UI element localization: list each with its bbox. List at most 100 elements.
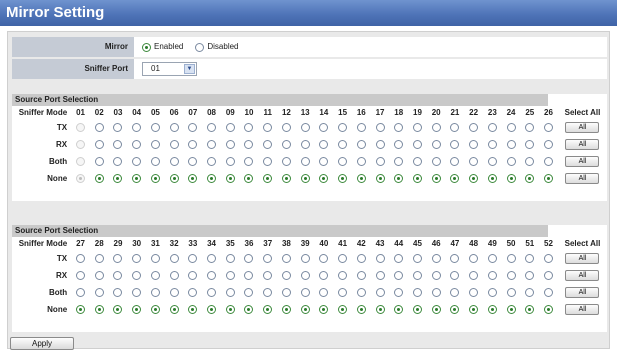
port-21-none-radio[interactable] (450, 174, 460, 183)
port-44-both-radio[interactable] (394, 288, 404, 297)
port-48-both-radio[interactable] (469, 288, 479, 297)
port-42-tx-radio[interactable] (356, 254, 366, 263)
port-26-rx-radio[interactable] (543, 140, 553, 149)
port-22-both-radio[interactable] (469, 157, 479, 166)
port-36-tx-radio[interactable] (244, 254, 254, 263)
port-07-tx-radio[interactable] (188, 123, 198, 132)
port-52-none-radio[interactable] (543, 305, 553, 314)
port-10-none-radio[interactable] (244, 174, 254, 183)
port-48-tx-radio[interactable] (469, 254, 479, 263)
port-14-rx-radio[interactable] (319, 140, 329, 149)
port-38-none-radio[interactable] (281, 305, 291, 314)
port-05-rx-radio[interactable] (150, 140, 160, 149)
port-42-both-radio[interactable] (356, 288, 366, 297)
port-43-none-radio[interactable] (375, 305, 385, 314)
port-45-none-radio[interactable] (412, 305, 422, 314)
port-35-none-radio[interactable] (225, 305, 235, 314)
port-13-tx-radio[interactable] (300, 123, 310, 132)
port-47-rx-radio[interactable] (450, 271, 460, 280)
port-10-both-radio[interactable] (244, 157, 254, 166)
port-30-rx-radio[interactable] (132, 271, 142, 280)
port-24-none-radio[interactable] (506, 174, 516, 183)
port-12-rx-radio[interactable] (281, 140, 291, 149)
port-11-rx-radio[interactable] (263, 140, 273, 149)
port-22-tx-radio[interactable] (469, 123, 479, 132)
port-17-both-radio[interactable] (375, 157, 385, 166)
port-28-both-radio[interactable] (94, 288, 104, 297)
port-06-rx-radio[interactable] (169, 140, 179, 149)
port-02-none-radio[interactable] (94, 174, 104, 183)
mirror-enabled-radio[interactable] (142, 42, 151, 52)
port-49-both-radio[interactable] (487, 288, 497, 297)
port-07-both-radio[interactable] (188, 157, 198, 166)
port-24-both-radio[interactable] (506, 157, 516, 166)
port-13-rx-radio[interactable] (300, 140, 310, 149)
port-36-none-radio[interactable] (244, 305, 254, 314)
port-34-rx-radio[interactable] (207, 271, 217, 280)
port-52-both-radio[interactable] (543, 288, 553, 297)
port-23-none-radio[interactable] (487, 174, 497, 183)
port-15-none-radio[interactable] (338, 174, 348, 183)
port-29-rx-radio[interactable] (113, 271, 123, 280)
port-27-none-radio[interactable] (76, 305, 86, 314)
port-16-tx-radio[interactable] (356, 123, 366, 132)
port-30-both-radio[interactable] (132, 288, 142, 297)
port-21-tx-radio[interactable] (450, 123, 460, 132)
port-47-both-radio[interactable] (450, 288, 460, 297)
port-39-rx-radio[interactable] (300, 271, 310, 280)
port-46-rx-radio[interactable] (431, 271, 441, 280)
port-20-tx-radio[interactable] (431, 123, 441, 132)
select-all-both-button[interactable]: All (565, 287, 600, 298)
port-09-none-radio[interactable] (225, 174, 235, 183)
port-39-both-radio[interactable] (300, 288, 310, 297)
port-42-rx-radio[interactable] (356, 271, 366, 280)
port-35-rx-radio[interactable] (225, 271, 235, 280)
port-27-rx-radio[interactable] (76, 271, 86, 280)
port-29-tx-radio[interactable] (113, 254, 123, 263)
port-15-tx-radio[interactable] (338, 123, 348, 132)
port-02-both-radio[interactable] (94, 157, 104, 166)
port-41-none-radio[interactable] (338, 305, 348, 314)
port-23-rx-radio[interactable] (487, 140, 497, 149)
port-43-tx-radio[interactable] (375, 254, 385, 263)
port-11-none-radio[interactable] (263, 174, 273, 183)
port-12-both-radio[interactable] (281, 157, 291, 166)
port-40-tx-radio[interactable] (319, 254, 329, 263)
sniffer-port-select[interactable]: 01 ▼ (142, 62, 197, 76)
port-13-none-radio[interactable] (300, 174, 310, 183)
select-all-rx-button[interactable]: All (565, 139, 600, 150)
port-38-rx-radio[interactable] (281, 271, 291, 280)
port-08-rx-radio[interactable] (207, 140, 217, 149)
port-11-both-radio[interactable] (263, 157, 273, 166)
port-19-rx-radio[interactable] (412, 140, 422, 149)
port-49-tx-radio[interactable] (487, 254, 497, 263)
port-25-rx-radio[interactable] (525, 140, 535, 149)
apply-button[interactable]: Apply (10, 337, 74, 350)
port-05-tx-radio[interactable] (150, 123, 160, 132)
port-45-rx-radio[interactable] (412, 271, 422, 280)
port-29-both-radio[interactable] (113, 288, 123, 297)
port-30-none-radio[interactable] (132, 305, 142, 314)
port-34-both-radio[interactable] (207, 288, 217, 297)
port-07-none-radio[interactable] (188, 174, 198, 183)
port-03-tx-radio[interactable] (113, 123, 123, 132)
port-51-rx-radio[interactable] (525, 271, 535, 280)
port-30-tx-radio[interactable] (132, 254, 142, 263)
port-26-both-radio[interactable] (543, 157, 553, 166)
port-22-rx-radio[interactable] (469, 140, 479, 149)
port-36-rx-radio[interactable] (244, 271, 254, 280)
port-04-none-radio[interactable] (132, 174, 142, 183)
select-all-none-button[interactable]: All (565, 173, 600, 184)
port-27-tx-radio[interactable] (76, 254, 86, 263)
port-15-both-radio[interactable] (338, 157, 348, 166)
port-04-rx-radio[interactable] (132, 140, 142, 149)
select-all-tx-button[interactable]: All (565, 253, 600, 264)
port-24-tx-radio[interactable] (506, 123, 516, 132)
port-16-none-radio[interactable] (356, 174, 366, 183)
port-20-none-radio[interactable] (431, 174, 441, 183)
port-06-both-radio[interactable] (169, 157, 179, 166)
port-19-both-radio[interactable] (412, 157, 422, 166)
port-17-rx-radio[interactable] (375, 140, 385, 149)
port-47-none-radio[interactable] (450, 305, 460, 314)
select-all-rx-button[interactable]: All (565, 270, 600, 281)
